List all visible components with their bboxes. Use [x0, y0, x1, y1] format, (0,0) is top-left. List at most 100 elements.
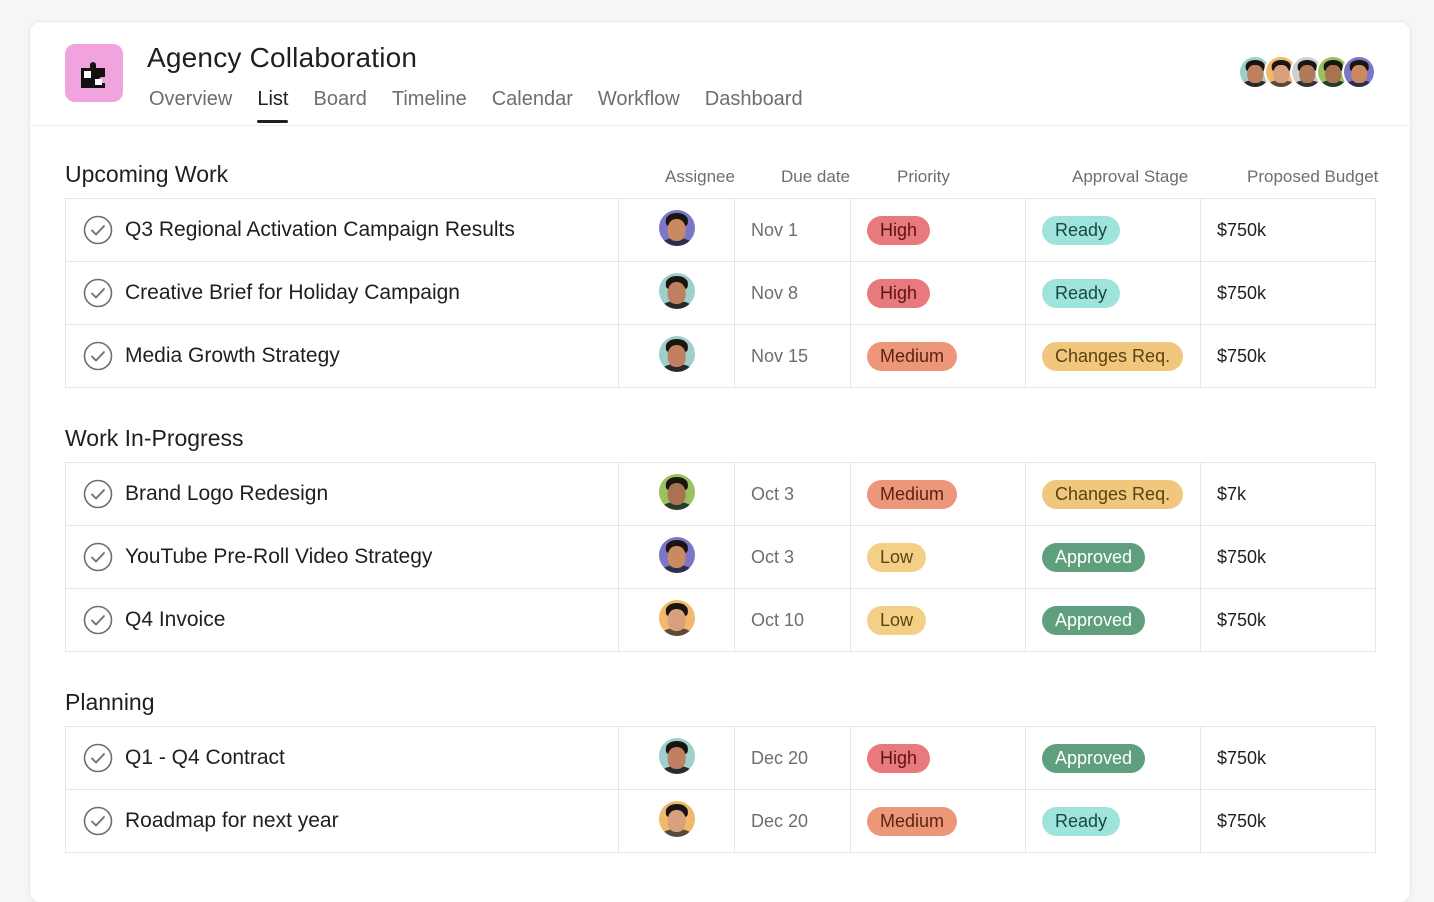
avatar[interactable] [658, 800, 695, 837]
budget-value[interactable]: $750k [1200, 726, 1376, 790]
approval-cell[interactable]: Approved [1025, 588, 1201, 652]
task-name-cell[interactable]: Media Growth Strategy [65, 324, 619, 388]
task-name[interactable]: Media Growth Strategy [125, 344, 340, 368]
task-row[interactable]: YouTube Pre-Roll Video Strategy Oct 3 Low A… [65, 525, 1376, 589]
tab-board[interactable]: Board [313, 88, 366, 123]
task-row[interactable]: Media Growth Strategy Nov 15 Medium Changes… [65, 324, 1376, 388]
assignee-cell[interactable] [618, 588, 735, 652]
assignee-cell[interactable] [618, 525, 735, 589]
task-name-cell[interactable]: Creative Brief for Holiday Campaign [65, 261, 619, 325]
check-circle-icon[interactable] [83, 806, 113, 836]
approval-cell[interactable]: Approved [1025, 525, 1201, 589]
task-row[interactable]: Creative Brief for Holiday Campaign Nov 8… [65, 261, 1376, 325]
column-header-due-date[interactable]: Due date [781, 167, 850, 187]
priority-badge[interactable]: Low [867, 605, 927, 635]
tab-calendar[interactable]: Calendar [492, 88, 573, 123]
due-date[interactable]: Nov 1 [734, 198, 851, 262]
approval-badge[interactable]: Approved [1042, 605, 1146, 635]
budget-value[interactable]: $750k [1200, 588, 1376, 652]
task-name[interactable]: YouTube Pre-Roll Video Strategy [125, 545, 432, 569]
priority-badge[interactable]: High [867, 278, 931, 308]
check-circle-icon[interactable] [83, 341, 113, 371]
due-date[interactable]: Dec 20 [734, 789, 851, 853]
due-date[interactable]: Nov 15 [734, 324, 851, 388]
avatar[interactable] [658, 599, 695, 636]
check-circle-icon[interactable] [83, 278, 113, 308]
budget-value[interactable]: $750k [1200, 261, 1376, 325]
task-name-cell[interactable]: Roadmap for next year [65, 789, 619, 853]
task-name-cell[interactable]: Q1 - Q4 Contract [65, 726, 619, 790]
avatar[interactable] [658, 272, 695, 309]
task-row[interactable]: Q1 - Q4 Contract Dec 20 High Approved $750k [65, 726, 1376, 790]
task-name-cell[interactable]: Q4 Invoice [65, 588, 619, 652]
check-circle-icon[interactable] [83, 605, 113, 635]
assignee-cell[interactable] [618, 789, 735, 853]
project-logo[interactable] [65, 44, 123, 102]
avatar[interactable] [658, 536, 695, 573]
assignee-cell[interactable] [618, 324, 735, 388]
priority-cell[interactable]: Low [850, 525, 1026, 589]
task-name-cell[interactable]: Brand Logo Redesign [65, 462, 619, 526]
priority-cell[interactable]: Medium [850, 324, 1026, 388]
task-name[interactable]: Q3 Regional Activation Campaign Results [125, 218, 515, 242]
approval-cell[interactable]: Ready [1025, 789, 1201, 853]
priority-cell[interactable]: High [850, 726, 1026, 790]
assignee-cell[interactable] [618, 726, 735, 790]
budget-value[interactable]: $7k [1200, 462, 1376, 526]
due-date[interactable]: Oct 3 [734, 525, 851, 589]
task-name[interactable]: Brand Logo Redesign [125, 482, 328, 506]
tab-dashboard[interactable]: Dashboard [705, 88, 803, 123]
section-title[interactable]: Upcoming Work [65, 161, 228, 188]
project-members[interactable] [1238, 55, 1376, 89]
approval-badge[interactable]: Ready [1042, 806, 1121, 836]
priority-badge[interactable]: Low [867, 542, 927, 572]
avatar[interactable] [1342, 55, 1376, 89]
avatar[interactable] [658, 335, 695, 372]
budget-value[interactable]: $750k [1200, 789, 1376, 853]
approval-badge[interactable]: Approved [1042, 743, 1146, 773]
avatar[interactable] [658, 737, 695, 774]
due-date[interactable]: Dec 20 [734, 726, 851, 790]
task-row[interactable]: Roadmap for next year Dec 20 Medium Ready $7… [65, 789, 1376, 853]
priority-cell[interactable]: Medium [850, 789, 1026, 853]
task-name-cell[interactable]: YouTube Pre-Roll Video Strategy [65, 525, 619, 589]
approval-cell[interactable]: Changes Req. [1025, 462, 1201, 526]
task-row[interactable]: Brand Logo Redesign Oct 3 Medium Changes Re… [65, 462, 1376, 526]
section-title[interactable]: Work In-Progress [65, 425, 244, 452]
priority-badge[interactable]: High [867, 215, 931, 245]
tab-overview[interactable]: Overview [149, 88, 232, 123]
task-row[interactable]: Q4 Invoice Oct 10 Low Approved $750k [65, 588, 1376, 652]
check-circle-icon[interactable] [83, 743, 113, 773]
due-date[interactable]: Oct 10 [734, 588, 851, 652]
column-header-approval[interactable]: Approval Stage [1072, 167, 1188, 187]
approval-badge[interactable]: Changes Req. [1042, 479, 1184, 509]
task-row[interactable]: Q3 Regional Activation Campaign Results N… [65, 198, 1376, 262]
tab-workflow[interactable]: Workflow [598, 88, 680, 123]
check-circle-icon[interactable] [83, 215, 113, 245]
task-name[interactable]: Creative Brief for Holiday Campaign [125, 281, 460, 305]
priority-badge[interactable]: Medium [867, 479, 958, 509]
due-date[interactable]: Nov 8 [734, 261, 851, 325]
assignee-cell[interactable] [618, 462, 735, 526]
tab-timeline[interactable]: Timeline [392, 88, 467, 123]
check-circle-icon[interactable] [83, 542, 113, 572]
approval-badge[interactable]: Ready [1042, 215, 1121, 245]
priority-badge[interactable]: Medium [867, 806, 958, 836]
budget-value[interactable]: $750k [1200, 525, 1376, 589]
column-header-budget[interactable]: Proposed Budget [1247, 167, 1378, 187]
check-circle-icon[interactable] [83, 479, 113, 509]
task-name-cell[interactable]: Q3 Regional Activation Campaign Results [65, 198, 619, 262]
budget-value[interactable]: $750k [1200, 324, 1376, 388]
priority-badge[interactable]: High [867, 743, 931, 773]
approval-cell[interactable]: Ready [1025, 198, 1201, 262]
priority-cell[interactable]: High [850, 198, 1026, 262]
due-date[interactable]: Oct 3 [734, 462, 851, 526]
section-title[interactable]: Planning [65, 689, 155, 716]
column-header-assignee[interactable]: Assignee [665, 167, 735, 187]
tab-list[interactable]: List [257, 88, 289, 123]
assignee-cell[interactable] [618, 198, 735, 262]
approval-cell[interactable]: Approved [1025, 726, 1201, 790]
avatar[interactable] [658, 473, 695, 510]
approval-cell[interactable]: Ready [1025, 261, 1201, 325]
task-name[interactable]: Q1 - Q4 Contract [125, 746, 285, 770]
